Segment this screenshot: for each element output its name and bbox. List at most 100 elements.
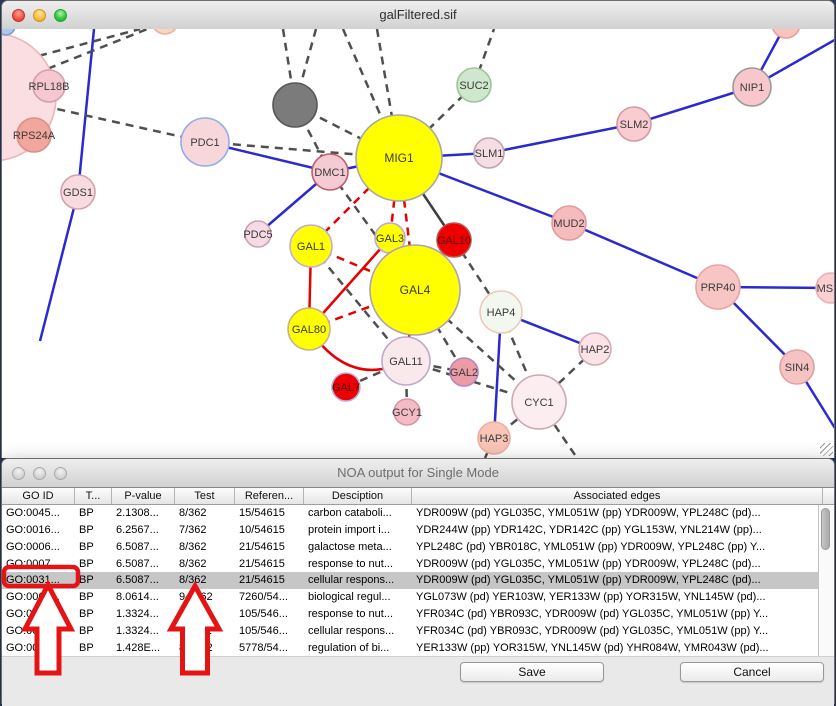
table-cell: GO:0016...	[2, 522, 75, 538]
vertical-scrollbar[interactable]	[818, 505, 833, 656]
table-cell: biological regul...	[304, 589, 412, 605]
table-cell: 5778/54...	[235, 640, 304, 656]
node-label: SIN4	[785, 362, 809, 374]
column-header-desciption[interactable]: Desciption	[304, 488, 412, 504]
column-header-p-value[interactable]: P-value	[112, 488, 175, 504]
node-partial-topright[interactable]	[772, 29, 800, 38]
node-label: RPS24A	[13, 130, 56, 142]
table-cell: BP	[75, 589, 112, 605]
table-cell: 1.3324...	[112, 623, 175, 639]
column-header-referen-[interactable]: Referen...	[235, 488, 304, 504]
window-controls	[12, 467, 67, 480]
noa-window-titlebar[interactable]: NOA output for Single Mode	[2, 459, 834, 488]
minimize-button[interactable]	[33, 467, 46, 480]
node-label: GAL80	[292, 324, 326, 336]
table-cell: BP	[75, 606, 112, 622]
network-canvas[interactable]: RPL18BRPS24AGDS1PDC1DMC1MIG1SUC2SLM1SLM2…	[2, 29, 834, 458]
column-header-associated-edges[interactable]: Associated edges	[412, 488, 823, 504]
minimize-button[interactable]	[33, 9, 46, 22]
table-cell: GO:0031...	[2, 606, 75, 622]
node-label: MUD2	[553, 218, 584, 230]
node-label: RPL18B	[29, 81, 70, 93]
node-label: PDC1	[190, 137, 219, 149]
close-button[interactable]	[12, 467, 25, 480]
table-row[interactable]: GO:0006...BP6.5087...8/36221/54615galact…	[2, 539, 819, 556]
table-cell: 1.3324...	[112, 606, 175, 622]
cancel-button[interactable]: Cancel	[680, 662, 824, 682]
node-partial-corner[interactable]	[2, 29, 15, 35]
edge-pp	[569, 223, 718, 287]
table-cell: GO:0031...	[2, 623, 75, 639]
edge-pp	[78, 29, 94, 192]
scrollbar-thumb[interactable]	[821, 508, 830, 550]
table-cell: protein import i...	[304, 522, 412, 538]
window-title: galFiltered.sif	[379, 1, 456, 29]
table-row[interactable]: GO:0007...BP6.5087...8/36221/54615respon…	[2, 555, 819, 572]
table-cell: 8.0614...	[112, 589, 175, 605]
header-filler	[823, 488, 836, 504]
table-cell: GO:0045...	[2, 505, 75, 521]
network-window-titlebar[interactable]: galFiltered.sif	[2, 1, 834, 30]
table-cell: carbon cataboli...	[304, 505, 412, 521]
table-row[interactable]: GO:0031...BP6.5087...8/36221/54615cellul…	[2, 572, 819, 589]
table-cell: YPL248C (pd) YBR018C, YML051W (pp) YDR00…	[412, 539, 819, 555]
table-row[interactable]: GO:0031...BP1.3324...11/362105/546...cel…	[2, 622, 819, 639]
close-button[interactable]	[12, 9, 25, 22]
node-label: HAP3	[480, 433, 509, 445]
table-cell: BP	[75, 640, 112, 656]
node-label: SUC2	[459, 80, 488, 92]
save-button[interactable]: Save	[460, 662, 604, 682]
node-label: PDC5	[243, 229, 272, 241]
table-cell: YDR009W (pd) YGL035C, YML051W (pp) YDR00…	[412, 505, 819, 521]
table-cell: 94/362	[175, 589, 235, 605]
table-cell: response to nut...	[304, 606, 412, 622]
zoom-button[interactable]	[54, 9, 67, 22]
table-cell: GO:0006...	[2, 539, 75, 555]
table-cell: 105/546...	[235, 606, 304, 622]
button-bar: Save Cancel	[2, 656, 834, 706]
table-cell: galactose meta...	[304, 539, 412, 555]
table-cell: 11/362	[175, 606, 235, 622]
column-header-t-[interactable]: T...	[75, 488, 112, 504]
table-cell: YDR009W (pd) YGL035C, YML051W (pp) YDR00…	[412, 556, 819, 572]
node-label: SLM1	[475, 148, 504, 160]
window-title: NOA output for Single Mode	[337, 459, 499, 487]
node-label: GAL10	[437, 235, 471, 247]
table-cell: 105/546...	[235, 623, 304, 639]
table-cell: 6.5087...	[112, 539, 175, 555]
table-cell: BP	[75, 572, 112, 588]
table-cell: 8/362	[175, 572, 235, 588]
node-label: GAL2	[450, 367, 478, 379]
column-header-go-id[interactable]: GO ID	[2, 488, 75, 504]
table-cell: 7260/54...	[235, 589, 304, 605]
table-cell: 8/362	[175, 556, 235, 572]
column-header-test[interactable]: Test	[175, 488, 235, 504]
table-cell: cellular respons...	[304, 623, 412, 639]
table-row[interactable]: GO:0050...BP1.428E...80/3625778/54...reg…	[2, 639, 819, 656]
node-label: MIG1	[384, 151, 414, 165]
node-label: HAP4	[487, 307, 516, 319]
node-partial-top[interactable]	[152, 29, 178, 34]
table-cell: YDR009W (pd) YGL035C, YML051W (pp) YDR00…	[412, 572, 819, 588]
window-controls	[12, 9, 67, 22]
table-cell: 6.5087...	[112, 572, 175, 588]
node-label: CYC1	[524, 397, 553, 409]
node-unnamed-gray[interactable]	[273, 83, 317, 127]
table-row[interactable]: GO:0045...BP2.1308...8/36215/54615carbon…	[2, 505, 819, 522]
table-cell: 11/362	[175, 623, 235, 639]
table-row[interactable]: GO:0016...BP6.2567...7/36210/54615protei…	[2, 522, 819, 539]
table-cell: YGL073W (pd) YER103W, YER133W (pp) YOR31…	[412, 589, 819, 605]
node-label: SLM2	[620, 119, 649, 131]
resize-grip-icon[interactable]	[820, 443, 833, 456]
table-cell: BP	[75, 522, 112, 538]
table-cell: 21/54615	[235, 539, 304, 555]
results-table: GO:0045...BP2.1308...8/36215/54615carbon…	[2, 505, 819, 656]
table-cell: 8/362	[175, 505, 235, 521]
zoom-button[interactable]	[54, 467, 67, 480]
table-row[interactable]: GO:0065...BP8.0614...94/3627260/54...bio…	[2, 589, 819, 606]
table-row[interactable]: GO:0031...BP1.3324...11/362105/546...res…	[2, 606, 819, 623]
table-cell: cellular respons...	[304, 572, 412, 588]
table-cell: GO:0031...	[2, 572, 75, 588]
table-cell: YER133W (pp) YOR315W, YNL145W (pd) YHR08…	[412, 640, 819, 656]
table-cell: BP	[75, 505, 112, 521]
